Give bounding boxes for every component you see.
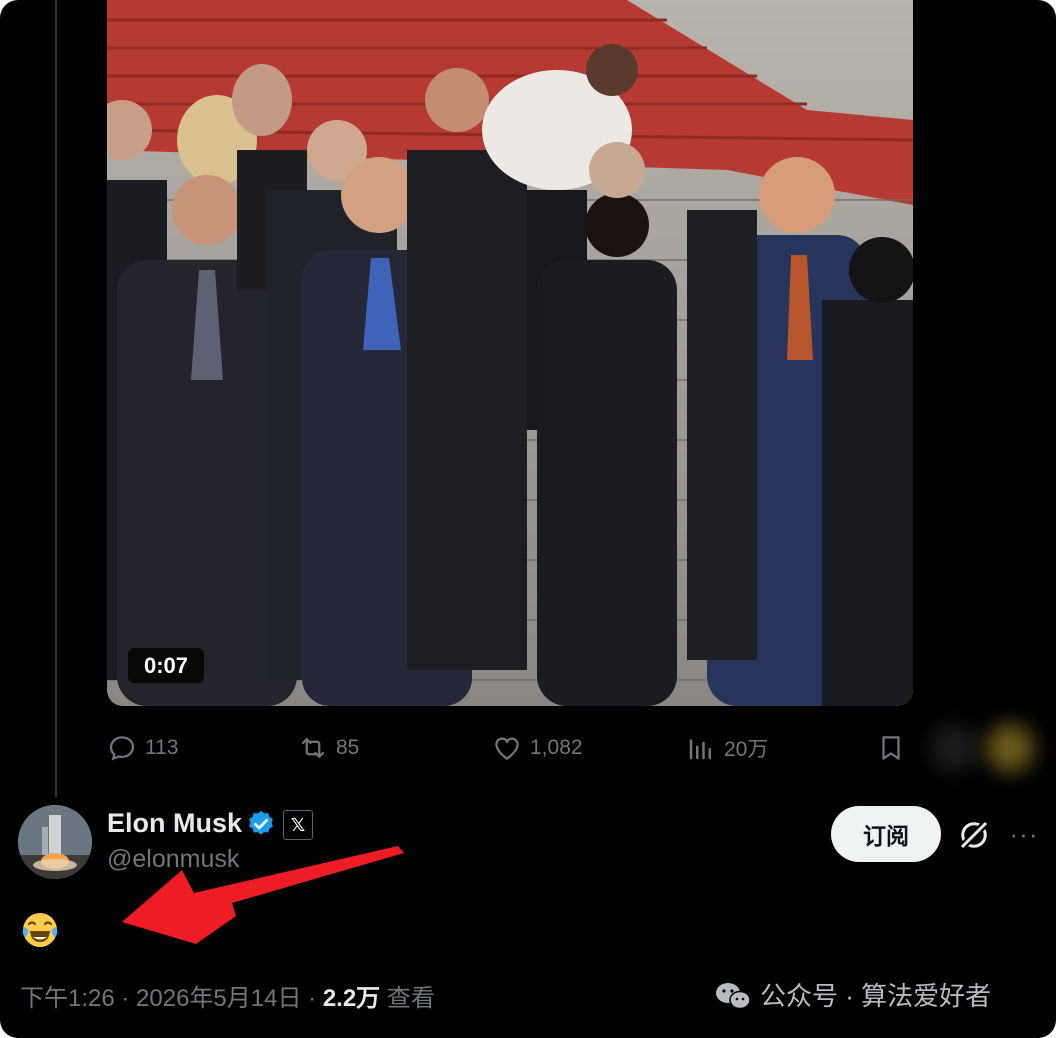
heart-icon: [495, 737, 519, 760]
verified-badge-icon: [249, 810, 273, 835]
tweet-frame: 0:07 113 85 1,082 20万 Elon Musk 𝕏 @elonm…: [0, 0, 1056, 1038]
views-button[interactable]: 20万: [686, 725, 768, 771]
reply-button[interactable]: 113: [107, 725, 178, 771]
blurred-share-icon[interactable]: [930, 724, 978, 772]
author-name[interactable]: Elon Musk: [107, 806, 242, 840]
reply-count: 113: [145, 736, 179, 759]
video-duration-badge: 0:07: [128, 648, 205, 683]
like-button[interactable]: 1,082: [492, 725, 583, 771]
tweet-date[interactable]: 2026年5月14日: [136, 985, 301, 1012]
retweet-icon: [301, 738, 325, 758]
tears-of-joy-emoji-icon: [22, 913, 58, 947]
affiliate-x-icon: 𝕏: [283, 810, 313, 840]
tweet-views-label: 查看: [380, 985, 435, 1012]
like-count: 1,082: [530, 736, 583, 759]
bookmark-icon: [882, 736, 900, 760]
author-handle[interactable]: @elonmusk: [107, 843, 239, 875]
retweet-count: 85: [336, 736, 360, 759]
separator: ·: [114, 985, 137, 1012]
thread-connector-line: [55, 0, 57, 797]
views-count: 20万: [724, 738, 769, 761]
avatar[interactable]: [18, 805, 92, 879]
video-player[interactable]: [107, 0, 913, 706]
blurred-extra-icon[interactable]: [986, 724, 1034, 772]
grok-icon[interactable]: [956, 817, 992, 853]
bookmark-button[interactable]: [876, 725, 914, 771]
video-frame-image: [107, 0, 913, 706]
reply-icon: [109, 736, 135, 761]
tweet-meta: 下午1:26 · 2026年5月14日 · 2.2万 查看: [20, 982, 435, 1016]
tweet-views-count: 2.2万: [322, 985, 381, 1012]
tweet-time[interactable]: 下午1:26: [20, 985, 115, 1012]
more-options-icon[interactable]: ···: [1008, 820, 1040, 852]
tweet-action-bar: 113 85 1,082 20万: [0, 725, 1056, 771]
wechat-icon: [716, 983, 751, 1010]
avatar-image: [18, 805, 92, 879]
watermark-text: 公众号 · 算法爱好者: [760, 981, 992, 1011]
subscribe-button[interactable]: 订阅: [831, 806, 941, 862]
separator: ·: [301, 985, 323, 1012]
wechat-watermark: 公众号 · 算法爱好者: [714, 978, 991, 1014]
retweet-button[interactable]: 85: [298, 725, 359, 771]
analytics-icon: [689, 739, 711, 760]
